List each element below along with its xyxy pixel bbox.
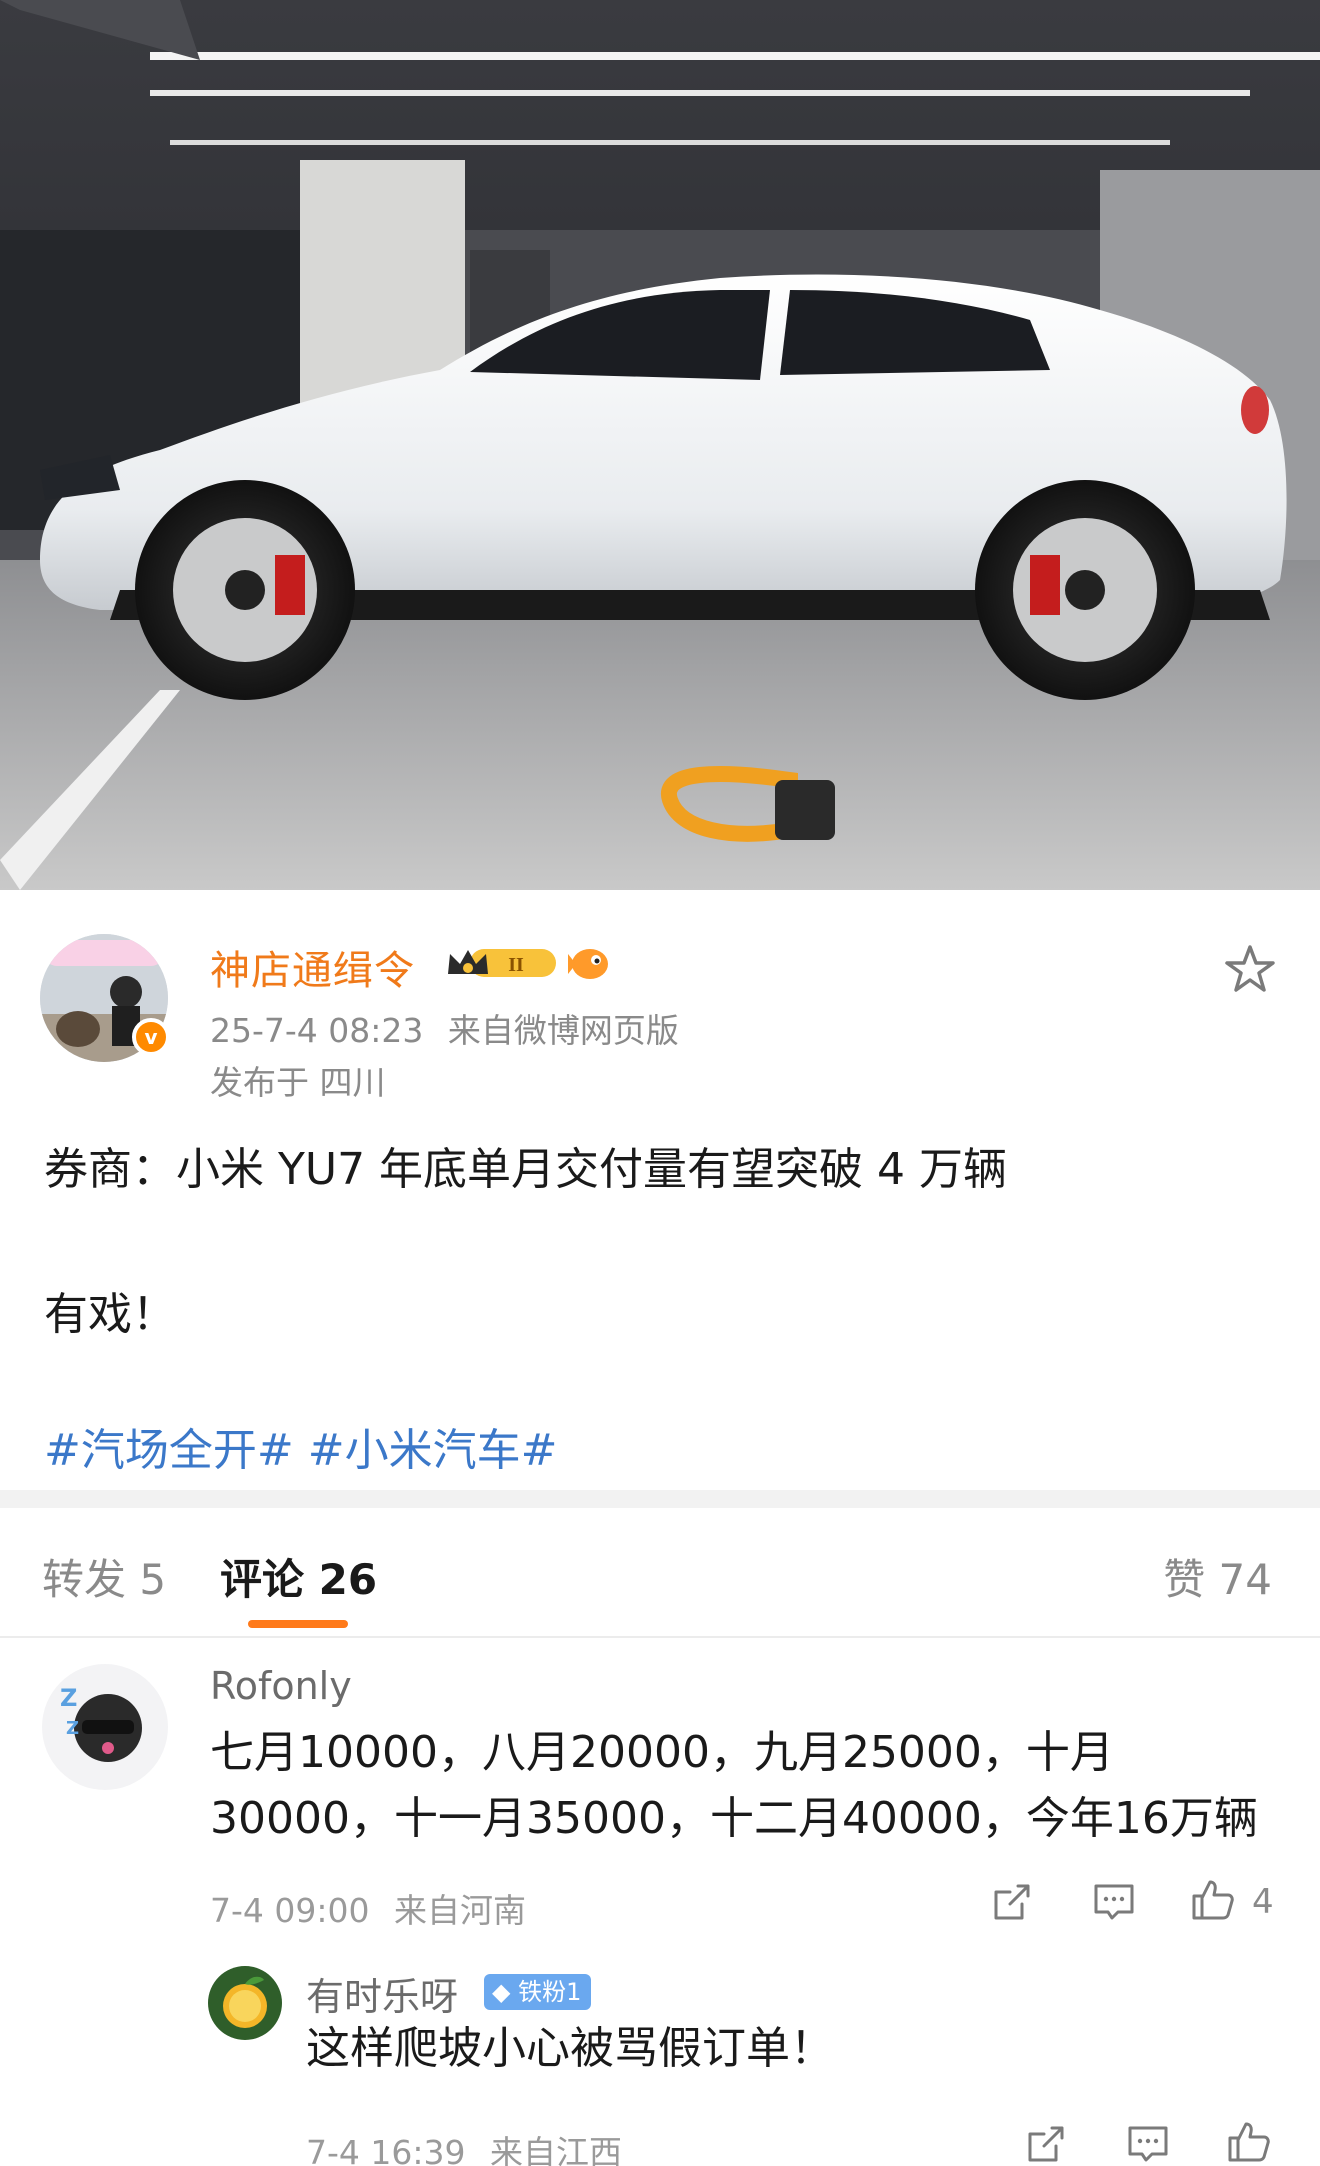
fish-fan-icon <box>568 949 608 979</box>
post-location: 发布于 四川 <box>210 1063 386 1102</box>
tab-like[interactable]: 赞 74 <box>1163 1546 1272 1607</box>
comment-time: 7-4 16:39 <box>306 2133 466 2166</box>
comment-meta: 7-4 16:39 来自江西 <box>306 2126 622 2166</box>
svg-text:II: II <box>508 954 524 976</box>
tab-comment[interactable]: 评论 26 <box>220 1546 377 1607</box>
interaction-tabs: 转发 5 评论 26 赞 74 <box>0 1508 1320 1638</box>
post-text-line2: 有戏！ <box>44 1289 176 1340</box>
comment-time: 7-4 09:00 <box>210 1891 370 1930</box>
section-divider <box>0 1490 1320 1508</box>
favorite-star-icon[interactable] <box>1222 942 1278 998</box>
reply-item: 有时乐呀 ◆ 铁粉1 这样爬坡小心被骂假订单！ 7-4 16:39 来自江西 <box>0 1960 1320 2166</box>
commenter-name[interactable]: Rofonly <box>210 1664 352 1708</box>
car-photo <box>0 0 1320 890</box>
comment-text-line: 七月10000，八月20000，九月25000，十月 <box>210 1727 1114 1778</box>
comment-icon[interactable] <box>1090 1878 1138 1926</box>
tab-repost[interactable]: 转发 5 <box>42 1546 166 1607</box>
comment-like-count: 4 <box>1252 1882 1274 1922</box>
svg-text:Z: Z <box>60 1684 77 1712</box>
post-image[interactable] <box>0 0 1320 890</box>
post-source: 来自微博网页版 <box>447 1011 679 1050</box>
post-time: 25-7-4 08:23 <box>210 1011 424 1050</box>
active-tab-indicator <box>248 1620 348 1628</box>
comment-meta: 7-4 09:00 来自河南 <box>210 1884 526 1932</box>
comment-text: 七月10000，八月20000，九月25000，十月 30000，十一月3500… <box>210 1720 1258 1852</box>
comment-icon[interactable] <box>1124 2120 1172 2166</box>
diamond-icon: ◆ <box>492 1978 511 2006</box>
comment-item: Z Z Rofonly 七月10000，八月20000，九月25000，十月 3… <box>0 1650 1320 1930</box>
hashtag-link[interactable]: #小米汽车# <box>308 1425 558 1476</box>
crown-level-badge-icon: II <box>448 949 556 977</box>
author-name[interactable]: 神店通缉令 <box>210 938 415 996</box>
post-meta: 25-7-4 08:23 来自微博网页版 <box>210 1004 679 1052</box>
comment-location: 来自河南 <box>394 1891 526 1930</box>
commenter-avatar[interactable]: Z Z <box>42 1664 168 1790</box>
comment-location: 来自江西 <box>490 2133 622 2166</box>
fan-level-label: 铁粉1 <box>518 1978 582 2006</box>
commenter-avatar[interactable] <box>208 1966 282 2040</box>
hashtag-link[interactable]: #汽场全开# <box>44 1425 294 1476</box>
svg-text:Z: Z <box>66 1718 79 1739</box>
post-header: v 神店通缉令 II 25-7-4 08:23 来自微博网页版 发布于 四川 <box>0 890 1320 1120</box>
thumbs-up-icon[interactable] <box>1224 2118 1272 2166</box>
fan-level-badge: ◆ 铁粉1 <box>484 1974 592 2010</box>
share-icon[interactable] <box>1022 2120 1070 2166</box>
verified-badge-icon: v <box>132 1018 170 1056</box>
share-icon[interactable] <box>988 1878 1036 1926</box>
post-text: 券商：小米 YU7 年底单月交付量有望突破 4 万辆 <box>44 1144 1008 1195</box>
hashtag-list: #汽场全开# #小米汽车# <box>44 1414 571 1478</box>
comment-text: 这样爬坡小心被骂假订单！ <box>306 2023 834 2074</box>
thumbs-up-icon[interactable] <box>1188 1876 1236 1924</box>
commenter-name[interactable]: 有时乐呀 <box>306 1966 458 2021</box>
comment-text-line: 30000，十一月35000，十二月40000，今年16万辆 <box>210 1793 1258 1844</box>
